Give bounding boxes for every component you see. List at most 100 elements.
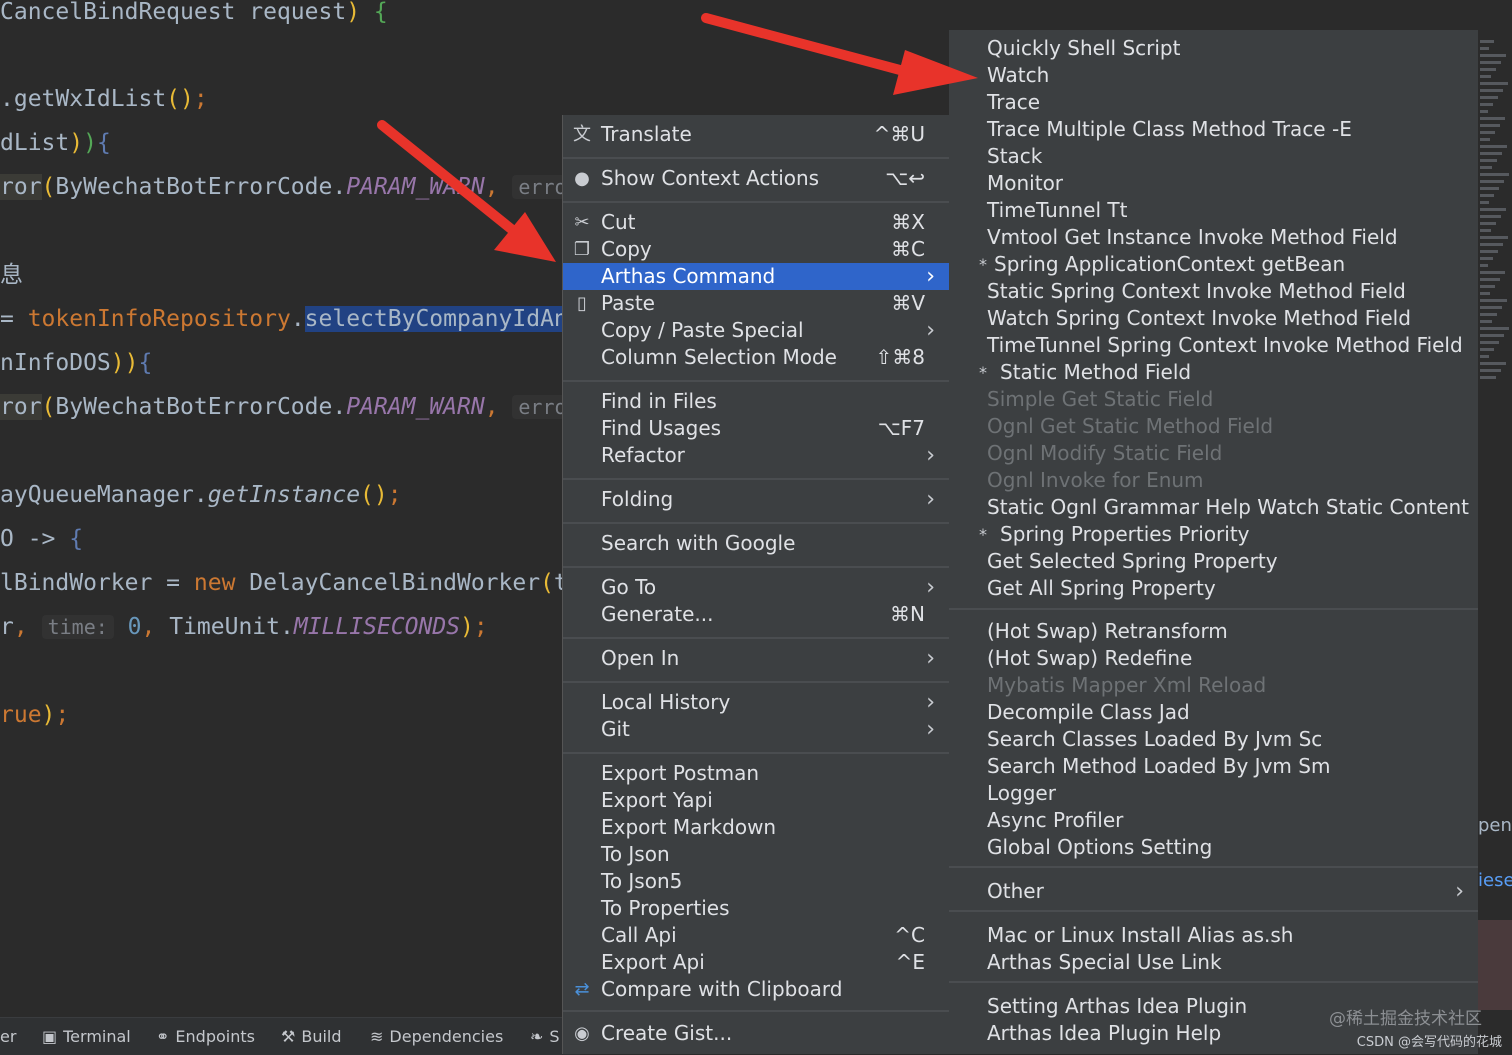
- menu-item-export-postman[interactable]: Export Postman: [563, 760, 949, 787]
- submenu-item-hot-swap-retransform[interactable]: (Hot Swap) Retransform: [949, 618, 1478, 645]
- submenu-item-hot-swap-redefine[interactable]: (Hot Swap) Redefine: [949, 645, 1478, 672]
- minimap-line: [1480, 327, 1509, 330]
- menu-item-local-history[interactable]: Local History ›: [563, 689, 949, 716]
- menu-item-call-api[interactable]: Call Api ^C: [563, 922, 949, 949]
- submenu-item-global-options-setting[interactable]: Global Options Setting: [949, 834, 1478, 861]
- submenu-item-ognl-get-static-method-field: Ognl Get Static Method Field: [949, 413, 1478, 440]
- submenu-item-decompile-class-jad[interactable]: Decompile Class Jad: [949, 699, 1478, 726]
- tool-window-endpoints[interactable]: ⚭ Endpoints: [156, 1018, 255, 1055]
- submenu-item-trace-multiple-class-method-trace-e[interactable]: Trace Multiple Class Method Trace -E: [949, 116, 1478, 143]
- menu-item-folding[interactable]: Folding ›: [563, 486, 949, 513]
- submenu-item-mac-or-linux-install-alias-as-sh[interactable]: Mac or Linux Install Alias as.sh: [949, 922, 1478, 949]
- tool-window-terminal[interactable]: ▣ Terminal: [42, 1018, 131, 1055]
- submenu-item-label: Get Selected Spring Property: [987, 549, 1278, 573]
- minimap-line: [1480, 194, 1494, 197]
- submenu-item-label: Other: [987, 879, 1044, 903]
- code-token: ;: [193, 86, 208, 112]
- submenu-item-monitor[interactable]: Monitor: [949, 170, 1478, 197]
- submenu-item-search-classes-loaded-by-jvm-sc[interactable]: Search Classes Loaded By Jvm Sc: [949, 726, 1478, 753]
- code-line: O -> {: [0, 521, 83, 557]
- submenu-item-stack[interactable]: Stack: [949, 143, 1478, 170]
- menu-item-git[interactable]: Git ›: [563, 716, 949, 743]
- code-line: .getWxIdList();: [0, 81, 208, 117]
- submenu-item-quickly-shell-script[interactable]: Quickly Shell Script: [949, 35, 1478, 62]
- submenu-item-label: Logger: [987, 781, 1056, 805]
- copy-icon: ❐: [573, 239, 591, 260]
- submenu-item-label: Mybatis Mapper Xml Reload: [987, 673, 1267, 697]
- minimap-line: [1480, 250, 1498, 253]
- submenu-item-get-selected-spring-property[interactable]: Get Selected Spring Property: [949, 548, 1478, 575]
- submenu-item-label: Vmtool Get Instance Invoke Method Field: [987, 225, 1398, 249]
- menu-item-to-properties[interactable]: To Properties: [563, 895, 949, 922]
- menu-item-copy-paste-special[interactable]: Copy / Paste Special ›: [563, 317, 949, 344]
- submenu-item-label: TimeTunnel Spring Context Invoke Method …: [987, 333, 1463, 357]
- submenu-item-vmtool-get-instance-invoke-method-field[interactable]: Vmtool Get Instance Invoke Method Field: [949, 224, 1478, 251]
- menu-item-search-with-google[interactable]: Search with Google: [563, 530, 949, 557]
- minimap-line: [1480, 138, 1490, 141]
- code-line: lBindWorker = new DelayCancelBindWorker(…: [0, 565, 582, 601]
- code-token: ,: [484, 174, 513, 200]
- submenu-item-timetunnel-spring-context-invoke-method-field[interactable]: TimeTunnel Spring Context Invoke Method …: [949, 332, 1478, 359]
- code-token: PARAM_WARN: [346, 394, 485, 420]
- menu-item-export-api[interactable]: Export Api ^E: [563, 949, 949, 976]
- submenu-item-spring-applicationcontext-getbean[interactable]: * Spring ApplicationContext getBean: [949, 251, 1478, 278]
- tool-window-dependencies[interactable]: ≋ Dependencies: [370, 1018, 503, 1055]
- menu-item-to-json5[interactable]: To Json5: [563, 868, 949, 895]
- star-icon: *: [979, 363, 987, 382]
- code-line: r, time: 0, TimeUnit.MILLISECONDS);: [0, 609, 488, 645]
- minimap-line: [1480, 103, 1493, 106]
- menu-item-export-markdown[interactable]: Export Markdown: [563, 814, 949, 841]
- submenu-item-watch-spring-context-invoke-method-field[interactable]: Watch Spring Context Invoke Method Field: [949, 305, 1478, 332]
- submenu-item-static-ognl-grammar-help-watch-static-content[interactable]: Static Ognl Grammar Help Watch Static Co…: [949, 494, 1478, 521]
- translate-icon: 文: [573, 124, 591, 145]
- tool-window-s[interactable]: ❧ S: [530, 1018, 560, 1055]
- minimap-line: [1480, 257, 1493, 260]
- submenu-item-async-profiler[interactable]: Async Profiler: [949, 807, 1478, 834]
- code-token: MILLISECONDS: [293, 614, 461, 640]
- submenu-item-static-method-field[interactable]: * Static Method Field: [949, 359, 1478, 386]
- menu-item-find-in-files[interactable]: Find in Files: [563, 388, 949, 415]
- submenu-item-other[interactable]: Other ›: [949, 878, 1478, 905]
- submenu-item-label: (Hot Swap) Redefine: [987, 646, 1193, 670]
- code-token: getInstance: [207, 482, 361, 508]
- menu-item-find-usages[interactable]: Find Usages ⌥F7: [563, 415, 949, 442]
- submenu-item-search-method-loaded-by-jvm-sm[interactable]: Search Method Loaded By Jvm Sm: [949, 753, 1478, 780]
- code-token: ,: [484, 394, 513, 420]
- submenu-item-get-all-spring-property[interactable]: Get All Spring Property: [949, 575, 1478, 602]
- menu-item-arthas-command[interactable]: Arthas Command ›: [563, 263, 949, 290]
- menu-item-create-gist[interactable]: ◉ Create Gist...: [563, 1020, 949, 1047]
- menu-item-show-context-actions[interactable]: ● Show Context Actions ⌥↩: [563, 165, 949, 192]
- menu-item-export-yapi[interactable]: Export Yapi: [563, 787, 949, 814]
- editor-context-menu: 文 Translate ^⌘U ● Show Context Actions ⌥↩ ✂ Cut…: [562, 115, 949, 1054]
- code-token: ,: [13, 614, 28, 640]
- menu-item-generate[interactable]: Generate... ⌘N: [563, 601, 949, 628]
- menu-item-compare-with-clipboard[interactable]: ⇄ Compare with Clipboard: [563, 976, 949, 1003]
- submenu-item-logger[interactable]: Logger: [949, 780, 1478, 807]
- menu-item-copy[interactable]: ❐ Copy ⌘C: [563, 236, 949, 263]
- submenu-item-trace[interactable]: Trace: [949, 89, 1478, 116]
- minimap-line: [1480, 145, 1507, 148]
- menu-item-to-json[interactable]: To Json: [563, 841, 949, 868]
- submenu-item-watch[interactable]: Watch: [949, 62, 1478, 89]
- menu-item-column-selection-mode[interactable]: Column Selection Mode ⇧⌘8: [563, 344, 949, 371]
- tool-window-build[interactable]: ⚒ Build: [281, 1018, 342, 1055]
- submenu-item-static-spring-context-invoke-method-field[interactable]: Static Spring Context Invoke Method Fiel…: [949, 278, 1478, 305]
- menu-item-label: Show Context Actions: [601, 166, 820, 190]
- menu-item-cut[interactable]: ✂ Cut ⌘X: [563, 209, 949, 236]
- menu-item-label: Generate...: [601, 602, 714, 626]
- menu-item-shortcut: ⌥F7: [877, 416, 925, 440]
- menu-item-label: Cut: [601, 210, 636, 234]
- menu-item-shortcut: ⌘X: [891, 210, 925, 234]
- tool-window-label: S: [549, 1027, 560, 1046]
- menu-item-paste[interactable]: ▯ Paste ⌘V: [563, 290, 949, 317]
- menu-item-open-in[interactable]: Open In ›: [563, 645, 949, 672]
- submenu-item-timetunnel-tt[interactable]: TimeTunnel Tt: [949, 197, 1478, 224]
- submenu-item-arthas-special-use-link[interactable]: Arthas Special Use Link: [949, 949, 1478, 976]
- minimap-line: [1480, 243, 1503, 246]
- menu-item-go-to[interactable]: Go To ›: [563, 574, 949, 601]
- menu-item-translate[interactable]: 文 Translate ^⌘U: [563, 121, 949, 148]
- submenu-item-label: Get All Spring Property: [987, 576, 1216, 600]
- tool-window-er[interactable]: er: [0, 1018, 16, 1055]
- menu-item-refactor[interactable]: Refactor ›: [563, 442, 949, 469]
- submenu-item-spring-properties-priority[interactable]: * Spring Properties Priority: [949, 521, 1478, 548]
